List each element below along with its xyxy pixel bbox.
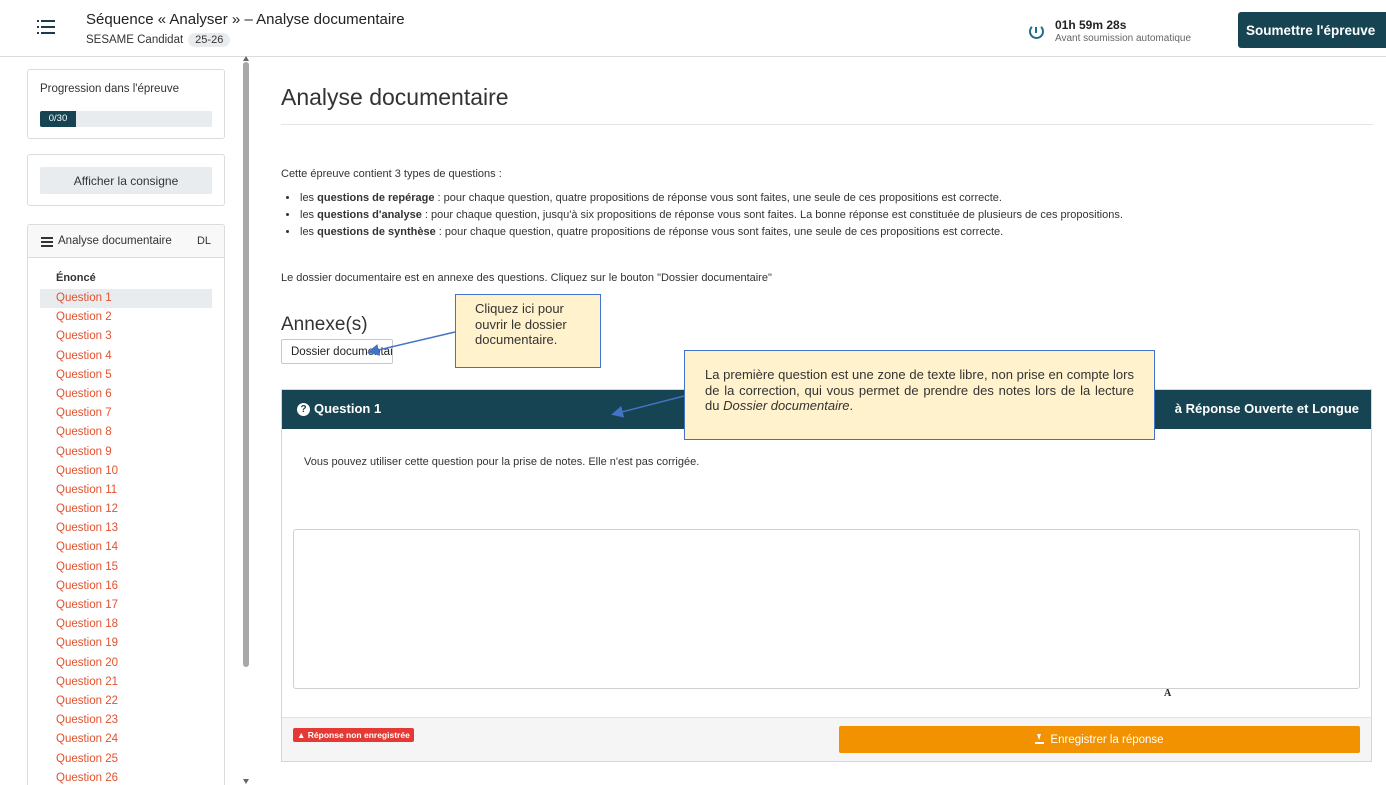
timer-icon	[1029, 24, 1044, 39]
progress-text: 0/30	[48, 113, 68, 124]
year-badge: 25-26	[188, 33, 231, 47]
question-nav-item[interactable]: Question 7	[40, 404, 212, 423]
question-nav-item[interactable]: Question 15	[40, 558, 212, 577]
question-type-desc: : pour chaque question, quatre propositi…	[435, 226, 1004, 238]
status-badge-text: Réponse non enregistrée	[307, 730, 410, 740]
scroll-up-arrow[interactable]	[243, 56, 249, 61]
question-nav-item[interactable]: Question 9	[40, 443, 212, 462]
question-help-icon: ?	[297, 403, 310, 416]
annexes-title: Annexe(s)	[281, 314, 368, 335]
sidebar-scrollbar[interactable]	[243, 62, 249, 667]
question-nav-item[interactable]: Question 16	[40, 577, 212, 596]
progress-label: Progression dans l'épreuve	[40, 83, 179, 95]
candidate-label: SESAME Candidat	[86, 34, 184, 46]
question-type-item: les questions d'analyse : pour chaque qu…	[299, 207, 1123, 224]
question-type-prefix: les	[300, 209, 318, 221]
question-nav-item[interactable]: Question 8	[40, 423, 212, 442]
dossier-tooltip: Cliquez ici pour ouvrir le dossier docum…	[455, 294, 601, 368]
exam-title: Séquence « Analyser » – Analyse document…	[86, 11, 405, 28]
question-nav-item[interactable]: Question 10	[40, 462, 212, 481]
save-answer-label: Enregistrer la réponse	[1050, 733, 1164, 746]
question-nav-item[interactable]: Question 23	[40, 711, 212, 730]
question-tooltip-italic: Dossier documentaire	[723, 398, 850, 413]
question-nav-item[interactable]: Question 14	[40, 538, 212, 557]
navigator-badge: DL	[196, 235, 211, 247]
top-header: Séquence « Analyser » – Analyse document…	[0, 0, 1386, 57]
question-nav-item[interactable]: Question 25	[40, 750, 212, 769]
timer-value: 01h 59m 28s	[1055, 18, 1127, 32]
question-type-prefix: les	[300, 226, 318, 238]
question-type-name: questions d'analyse	[317, 209, 422, 221]
show-instructions-button[interactable]: Afficher la consigne	[40, 167, 212, 194]
question-nav-item[interactable]: Question 2	[40, 308, 212, 327]
question-nav-item[interactable]: Question 13	[40, 519, 212, 538]
scroll-down-arrow[interactable]	[243, 779, 249, 784]
question-type-item: les questions de synthèse : pour chaque …	[299, 224, 1123, 241]
menu-icon[interactable]	[37, 20, 55, 36]
question-types-list: les questions de repérage : pour chaque …	[299, 190, 1123, 241]
question-type-prefix: les	[300, 192, 318, 204]
navigator-header: Analyse documentaire DL	[28, 225, 224, 258]
question-nav-item[interactable]: Question 5	[40, 366, 212, 385]
question-title: Question 1	[314, 401, 382, 416]
question-nav-item[interactable]: Question 20	[40, 654, 212, 673]
question-nav-item[interactable]: Question 22	[40, 692, 212, 711]
question-nav-item[interactable]: Question 21	[40, 673, 212, 692]
question-nav-item[interactable]: Question 6	[40, 385, 212, 404]
question-type-name: questions de repérage	[317, 192, 435, 204]
progress-card: Progression dans l'épreuve 0/30	[27, 69, 225, 139]
intro-text: Cette épreuve contient 3 types de questi…	[281, 168, 502, 180]
question-nav-item[interactable]: Question 26	[40, 769, 212, 785]
navigator-title: Analyse documentaire	[58, 235, 172, 247]
download-icon	[1035, 733, 1045, 744]
question-tooltip: La première question est une zone de tex…	[684, 350, 1155, 440]
question-tooltip-end: .	[849, 398, 854, 413]
progress-bar: 0/30	[40, 111, 212, 127]
question-nav-item[interactable]: Question 19	[40, 634, 212, 653]
question-nav-item[interactable]: Question 3	[40, 327, 212, 346]
consigne-card: Afficher la consigne	[27, 154, 225, 206]
status-badge: ▲ Réponse non enregistrée	[293, 728, 414, 742]
question-type-item: les questions de repérage : pour chaque …	[299, 190, 1123, 207]
exam-subtitle: SESAME Candidat 25-26	[86, 33, 231, 47]
list-icon	[41, 237, 53, 247]
page-title: Analyse documentaire	[281, 84, 509, 110]
save-answer-button[interactable]: Enregistrer la réponse	[839, 726, 1360, 753]
question-type-desc: : pour chaque question, jusqu'à six prop…	[421, 209, 1123, 221]
question-type-name: questions de synthèse	[317, 226, 436, 238]
question-card: ? Question 1 à Réponse Ouverte et Longue…	[281, 389, 1372, 762]
title-divider	[281, 124, 1373, 125]
question-navigator: Analyse documentaire DL Énoncé Question …	[27, 224, 225, 785]
dossier-documentaire-button[interactable]: Dossier documentaire	[281, 339, 393, 364]
question-list: Question 1 Question 2 Question 3 Question 4…	[40, 289, 212, 785]
question-nav-item[interactable]: Question 4	[40, 347, 212, 366]
question-nav-item[interactable]: Question 11	[40, 481, 212, 500]
dossier-note: Le dossier documentaire est en annexe de…	[281, 272, 772, 284]
font-size-icon[interactable]: A	[1164, 688, 1171, 699]
submit-exam-button[interactable]: Soumettre l'épreuve	[1238, 12, 1386, 48]
question-type-label: à Réponse Ouverte et Longue	[1174, 401, 1359, 416]
question-nav-item[interactable]: Question 18	[40, 615, 212, 634]
question-nav-item[interactable]: Question 24	[40, 730, 212, 749]
question-nav-item[interactable]: Question 1	[40, 289, 212, 309]
enonce-label[interactable]: Énoncé	[56, 272, 96, 284]
question-text: Vous pouvez utiliser cette question pour…	[304, 456, 700, 468]
timer-label: Avant soumission automatique	[1055, 33, 1192, 44]
question-type-desc: : pour chaque question, quatre propositi…	[434, 192, 1002, 204]
question-nav-item[interactable]: Question 12	[40, 500, 212, 519]
question-nav-item[interactable]: Question 17	[40, 596, 212, 615]
question-footer: ▲ Réponse non enregistrée Enregistrer la…	[282, 717, 1371, 761]
answer-textarea[interactable]	[293, 529, 1360, 689]
